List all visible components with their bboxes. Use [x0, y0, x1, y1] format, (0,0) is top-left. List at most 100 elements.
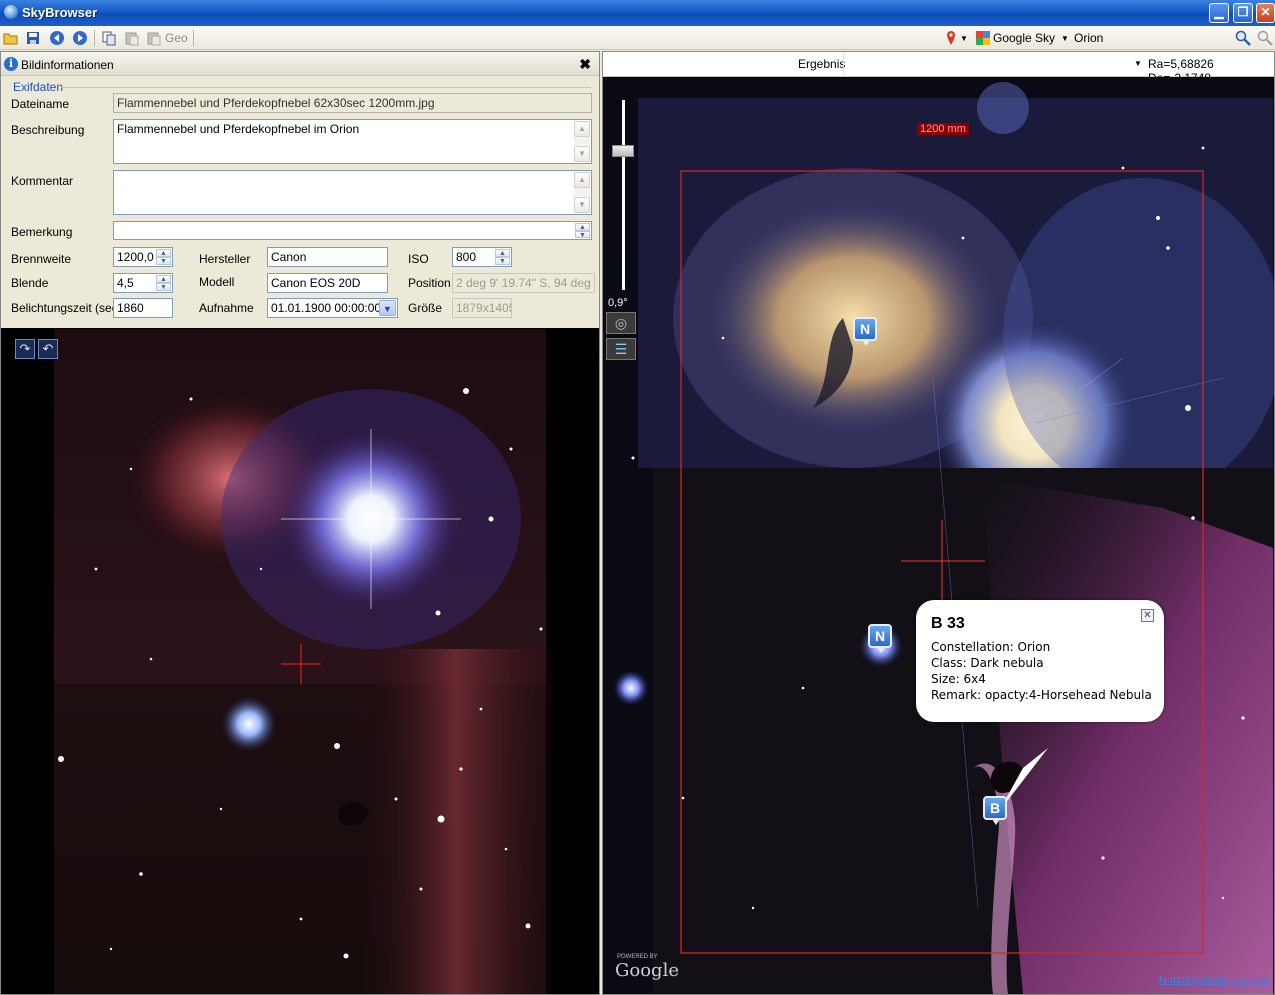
- scrollbar[interactable]: ▲ ▼: [574, 121, 590, 162]
- bemerkung-spinner[interactable]: ▲ ▼: [575, 223, 590, 238]
- title-bar: SkyBrowser ▁ ❐ ✕: [0, 0, 1275, 26]
- google-logo: Google: [615, 960, 679, 981]
- nebula-photo: [54, 329, 551, 994]
- maximize-icon: ❐: [1237, 5, 1249, 19]
- maximize-button[interactable]: ❐: [1233, 3, 1253, 23]
- iso-label: ISO: [408, 252, 429, 266]
- groesse-field: 1879x1405: [452, 298, 512, 318]
- rotate-right-icon: ↷: [19, 341, 31, 356]
- object-info-popup: ✕ B 33 Constellation: Orion Class: Dark …: [916, 600, 1164, 722]
- minimize-icon: ▁: [1214, 5, 1224, 19]
- dateiname-label: Dateiname: [11, 97, 70, 111]
- geo-button[interactable]: Geo: [165, 31, 188, 45]
- aufnahme-datepicker[interactable]: 01.01.1900 00:00:00 ▼: [267, 298, 398, 318]
- bemerkung-field[interactable]: ▲ ▼: [113, 221, 592, 240]
- blende-value: 4,5: [117, 276, 134, 290]
- beschreibung-field[interactable]: Flammennebel und Pferdekopfnebel im Orio…: [113, 119, 592, 164]
- chevron-down-icon[interactable]: ▼: [1061, 34, 1069, 43]
- close-button[interactable]: ✕: [1256, 3, 1275, 23]
- toolbar-separator: [193, 30, 194, 46]
- scrollbar[interactable]: ▲ ▼: [574, 172, 590, 213]
- zoom-slider[interactable]: [612, 100, 634, 290]
- pin-icon[interactable]: [943, 30, 959, 46]
- bemerkung-label: Bemerkung: [11, 225, 73, 239]
- aufnahme-value: 01.01.1900 00:00:00: [271, 301, 382, 315]
- close-popup-button[interactable]: ✕: [1141, 609, 1154, 622]
- window-title: SkyBrowser: [22, 5, 98, 20]
- dateiname-field[interactable]: Flammennebel und Pferdekopfnebel 62x30se…: [113, 93, 592, 113]
- info-panel-title: Bildinformationen: [21, 58, 114, 72]
- open-folder-icon[interactable]: [3, 30, 19, 46]
- scroll-down-icon[interactable]: ▼: [574, 197, 590, 213]
- hersteller-field[interactable]: Canon: [267, 247, 388, 267]
- sky-imagery: [603, 78, 1274, 994]
- kommentar-label: Kommentar: [11, 174, 74, 188]
- hersteller-label: Hersteller: [199, 252, 251, 266]
- paste-icon[interactable]: [124, 30, 140, 46]
- toolbar: Geo ▼ Google Sky ▼ Orion: [0, 26, 1275, 50]
- sky-source-select[interactable]: Google Sky: [993, 31, 1055, 45]
- exif-group-title: Exifdaten: [13, 80, 64, 94]
- left-pane: i Bildinformationen ✖ Exifdaten Dateinam…: [0, 51, 600, 995]
- aufnahme-label: Aufnahme: [199, 301, 254, 315]
- photo-viewer[interactable]: ↷ ↶: [1, 329, 599, 994]
- paste-geo-icon[interactable]: [146, 30, 162, 46]
- group-divider: [61, 87, 591, 88]
- blende-stepper[interactable]: ▲ ▼: [156, 275, 171, 291]
- app-icon: [4, 5, 18, 19]
- brennweite-value: 1200,0: [117, 250, 154, 264]
- iso-field[interactable]: 800 ▲ ▼: [452, 247, 512, 267]
- map-pane: Ergebnis ▼ Ra=5,68826 De=-2,1748: [602, 51, 1275, 995]
- chevron-down-icon[interactable]: ▼: [1134, 59, 1142, 68]
- compass-icon: ◎: [614, 315, 628, 331]
- zoom-icon[interactable]: [1257, 30, 1273, 46]
- compass-button[interactable]: ◎: [606, 312, 636, 334]
- minimize-button[interactable]: ▁: [1209, 3, 1229, 23]
- rotate-left-button[interactable]: ↶: [38, 339, 58, 359]
- brennweite-stepper[interactable]: ▲ ▼: [156, 249, 171, 265]
- scroll-down-icon[interactable]: ▼: [574, 146, 590, 162]
- constellation-select[interactable]: Orion: [1074, 31, 1103, 45]
- layers-button[interactable]: ☰: [606, 338, 636, 360]
- popup-remark: Remark: opacty:4-Horsehead Nebula: [931, 688, 1152, 702]
- close-panel-button[interactable]: ✖: [579, 56, 591, 73]
- zoom-thumb[interactable]: [612, 144, 634, 157]
- forward-icon[interactable]: [72, 30, 88, 46]
- modell-field[interactable]: Canon EOS 20D: [267, 273, 388, 293]
- nebula-marker-n[interactable]: N: [853, 317, 877, 346]
- scroll-up-icon[interactable]: ▲: [574, 121, 590, 137]
- blende-field[interactable]: 4,5 ▲ ▼: [113, 273, 173, 293]
- search-icon[interactable]: [1235, 30, 1251, 46]
- save-icon[interactable]: [25, 30, 41, 46]
- rotate-left-icon: ↶: [42, 341, 54, 356]
- dark-nebula-marker-b[interactable]: B: [983, 796, 1007, 825]
- scroll-up-icon[interactable]: ▲: [574, 172, 590, 188]
- popup-size: Size: 6x4: [931, 672, 986, 686]
- sky-map[interactable]: 1200 mm 0,9° ◎ ☰ N N B ✕ B 33 Constellat…: [603, 78, 1274, 994]
- google-sky-icon: [976, 31, 990, 45]
- zoom-readout: 0,9°: [608, 297, 628, 309]
- close-icon: ✕: [1260, 5, 1271, 19]
- popup-title: B 33: [931, 615, 965, 632]
- chevron-down-icon[interactable]: ▼: [379, 300, 396, 316]
- brennweite-label: Brennweite: [11, 252, 72, 266]
- popup-constellation: Constellation: Orion: [931, 640, 1051, 654]
- groesse-label: Größe: [408, 301, 443, 315]
- back-icon[interactable]: [49, 30, 65, 46]
- rotate-right-button[interactable]: ↷: [15, 339, 35, 359]
- nebula-marker-n[interactable]: N: [868, 624, 892, 653]
- brennweite-field[interactable]: 1200,0 ▲ ▼: [113, 247, 173, 267]
- result-label: Ergebnis: [798, 57, 846, 71]
- belichtungszeit-field[interactable]: 1860: [113, 298, 173, 318]
- result-dropdown[interactable]: [843, 52, 1143, 76]
- map-toolbar: Ergebnis ▼ Ra=5,68826 De=-2,1748: [603, 52, 1274, 85]
- chevron-down-icon[interactable]: ▼: [960, 34, 968, 43]
- terms-link[interactable]: Nutzungsbedingungen: [1159, 974, 1269, 986]
- image-info-panel: i Bildinformationen ✖ Exifdaten Dateinam…: [1, 52, 599, 328]
- kommentar-field[interactable]: ▲ ▼: [113, 170, 592, 215]
- iso-value: 800: [456, 250, 477, 264]
- modell-label: Modell: [199, 275, 235, 289]
- copy-icon[interactable]: [101, 30, 117, 46]
- layers-icon: ☰: [614, 341, 628, 357]
- iso-stepper[interactable]: ▲ ▼: [495, 249, 510, 265]
